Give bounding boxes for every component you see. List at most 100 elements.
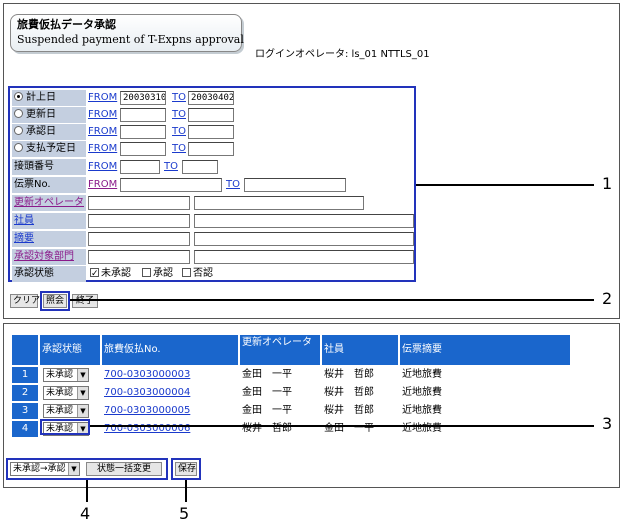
to-link[interactable]: TO [172, 141, 186, 157]
date-row-label[interactable]: 支払予定日 [12, 141, 86, 157]
slip-no-to-input[interactable] [244, 178, 346, 192]
row-index: 1 [12, 367, 38, 383]
table-cell-employee: 桜井 哲郎 [322, 367, 398, 383]
from-link[interactable]: FROM [88, 107, 117, 123]
approval-dept-code-input[interactable] [88, 250, 190, 264]
title-english: Suspended payment of T-Expns approval [17, 33, 244, 46]
approval-status-row: 承認状態 未承認 承認 否認 [12, 266, 414, 282]
checkbox-icon[interactable] [90, 266, 99, 282]
table-header: 承認状態 [40, 335, 100, 365]
status-checkbox-rejected[interactable]: 否認 [182, 266, 213, 282]
connect-no-row: 接頭番号 FROM TO [12, 159, 414, 175]
callout-number: 4 [80, 504, 91, 523]
slip-no-from-input[interactable] [120, 178, 222, 192]
table-cell-operator: 桜井 哲郎 [240, 421, 320, 437]
date-row-label[interactable]: 承認日 [12, 124, 86, 140]
end-button[interactable]: 終了 [72, 294, 98, 308]
summary-code-input[interactable] [88, 232, 190, 246]
date-row-label[interactable]: 計上日 [12, 90, 86, 106]
callout-number: 1 [602, 174, 613, 193]
search-conditions-panel: 計上日 FROM 20030310 TO 20030402 更新日 FROM T… [8, 86, 416, 282]
update-operator-label[interactable]: 更新オペレータ [12, 195, 86, 211]
table-cell-no: 700-0303000004 [102, 385, 238, 401]
employee-row: 社員 [12, 213, 414, 229]
connect-no-to-input[interactable] [182, 160, 218, 174]
approval-dept-label[interactable]: 承認対象部門 [12, 249, 86, 265]
date-row-approved: 承認日 FROM TO [12, 124, 414, 140]
update-operator-code-input[interactable] [88, 196, 190, 210]
table-cell-employee: 桜井 哲郎 [322, 403, 398, 419]
from-date-input[interactable]: 20030310 [120, 91, 166, 105]
from-date-input[interactable] [120, 125, 166, 139]
from-link[interactable]: FROM [88, 159, 117, 175]
to-link[interactable]: TO [172, 90, 186, 106]
callout-line [90, 425, 594, 427]
approval-status-label: 承認状態 [12, 266, 86, 282]
approval-dept-name-input[interactable] [194, 250, 414, 264]
checkbox-icon[interactable] [182, 268, 191, 277]
table-cell-operator: 金田 一平 [240, 385, 320, 401]
status-checkbox-unapproved[interactable]: 未承認 [90, 266, 131, 282]
from-link[interactable]: FROM [88, 177, 117, 193]
to-date-input[interactable] [188, 125, 234, 139]
chevron-down-icon[interactable]: ▼ [77, 387, 88, 399]
to-date-input[interactable] [188, 108, 234, 122]
date-row-payment: 支払予定日 FROM TO [12, 141, 414, 157]
to-date-input[interactable] [188, 142, 234, 156]
from-link[interactable]: FROM [88, 124, 117, 140]
connect-no-from-input[interactable] [120, 160, 160, 174]
summary-text-input[interactable] [194, 232, 414, 246]
inquiry-highlight [40, 291, 70, 311]
table-cell-no: 700-0303000006 [102, 421, 238, 437]
update-operator-row: 更新オペレータ [12, 195, 414, 211]
employee-name-input[interactable] [194, 214, 414, 228]
status-select[interactable]: 未承認 ▼ [43, 404, 89, 418]
status-checkbox-approved[interactable]: 承認 [142, 266, 173, 282]
summary-label[interactable]: 摘要 [12, 231, 86, 247]
checkbox-icon[interactable] [142, 268, 151, 277]
from-link[interactable]: FROM [88, 141, 117, 157]
callout-line [86, 480, 88, 502]
status-select[interactable]: 未承認 ▼ [43, 386, 89, 400]
table-cell-operator: 金田 一平 [240, 403, 320, 419]
date-row-updated: 更新日 FROM TO [12, 107, 414, 123]
to-link[interactable]: TO [226, 177, 240, 193]
row-index: 3 [12, 403, 38, 419]
table-cell-no: 700-0303000005 [102, 403, 238, 419]
radio-icon[interactable] [14, 109, 23, 118]
date-row-label[interactable]: 更新日 [12, 107, 86, 123]
table-header: 旅費仮払No. [102, 335, 238, 365]
table-cell-status: 未承認 ▼ [40, 385, 100, 401]
to-date-input[interactable]: 20030402 [188, 91, 234, 105]
table-cell-summary: 近地旅費 [400, 385, 570, 401]
to-link[interactable]: TO [172, 107, 186, 123]
table-cell-employee: 桜井 哲郎 [322, 385, 398, 401]
radio-icon[interactable] [14, 143, 23, 152]
employee-label[interactable]: 社員 [12, 213, 86, 229]
table-cell-employee: 金田 一平 [322, 421, 398, 437]
radio-icon[interactable] [14, 126, 23, 135]
from-date-input[interactable] [120, 142, 166, 156]
from-date-input[interactable] [120, 108, 166, 122]
table-cell-operator: 金田 一平 [240, 367, 320, 383]
status-select[interactable]: 未承認 ▼ [43, 368, 89, 382]
to-link[interactable]: TO [172, 124, 186, 140]
update-operator-name-input[interactable] [194, 196, 364, 210]
bulk-controls-highlight [6, 458, 168, 480]
row-index: 2 [12, 385, 38, 401]
from-link[interactable]: FROM [88, 90, 117, 106]
connect-no-label: 接頭番号 [12, 159, 86, 175]
screen-title: 旅費仮払データ承認 Suspended payment of T-Expns a… [10, 14, 244, 52]
chevron-down-icon[interactable]: ▼ [77, 405, 88, 417]
save-highlight [171, 458, 201, 480]
radio-icon[interactable] [14, 92, 23, 101]
row-index: 4 [12, 421, 38, 437]
table-cell-summary: 近地旅費 [400, 421, 570, 437]
table-cell-status: 未承認 ▼ [40, 403, 100, 419]
callout-line [70, 299, 594, 301]
to-link[interactable]: TO [164, 159, 178, 175]
clear-button[interactable]: クリア [10, 294, 40, 308]
employee-code-input[interactable] [88, 214, 190, 228]
title-japanese: 旅費仮払データ承認 [17, 18, 116, 31]
chevron-down-icon[interactable]: ▼ [77, 369, 88, 381]
